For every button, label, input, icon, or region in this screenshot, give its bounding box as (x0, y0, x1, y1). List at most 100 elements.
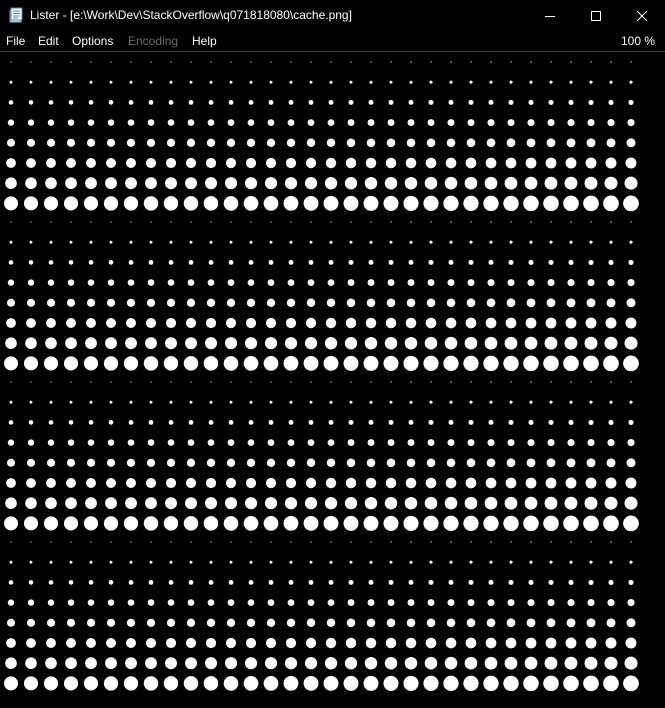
dot (284, 337, 298, 350)
dot (490, 541, 492, 543)
maximize-button[interactable] (573, 0, 619, 31)
dot (426, 618, 436, 628)
menu-help[interactable]: Help (192, 34, 217, 48)
dot (127, 599, 135, 606)
dot (4, 196, 18, 211)
dot (83, 356, 99, 371)
dot (343, 355, 359, 371)
dot (464, 336, 478, 350)
dot (267, 599, 275, 606)
menu-file[interactable]: File (6, 34, 25, 48)
dot (67, 279, 75, 286)
dot (49, 400, 53, 404)
dot (410, 221, 412, 223)
dot (506, 298, 516, 308)
dot (569, 240, 573, 244)
viewer-area[interactable] (0, 52, 665, 708)
dot (466, 298, 476, 308)
dot (444, 656, 458, 670)
dot (29, 560, 33, 564)
dot (228, 580, 234, 585)
dot (385, 477, 397, 489)
dot (283, 196, 299, 211)
dot (305, 317, 317, 329)
dot (566, 138, 576, 148)
title-bar[interactable]: Lister - [e:\Work\Dev\StackOverflow\q071… (0, 0, 665, 31)
menu-edit[interactable]: Edit (38, 34, 59, 48)
dot (523, 355, 539, 372)
dot (308, 419, 314, 425)
dot (628, 579, 634, 585)
dot (489, 240, 493, 244)
dot (206, 458, 216, 467)
dot (49, 240, 53, 244)
dot (488, 259, 494, 265)
dot (85, 497, 97, 510)
dot (188, 260, 194, 265)
dot (203, 356, 219, 371)
dot (370, 541, 372, 543)
dot (525, 157, 537, 169)
dot (125, 317, 137, 329)
dot (348, 419, 354, 425)
dot (564, 176, 578, 190)
dot (364, 496, 378, 510)
dot (326, 458, 336, 468)
dot (7, 599, 15, 606)
close-button[interactable] (619, 0, 665, 31)
dot (165, 337, 177, 350)
minimize-button[interactable] (527, 0, 573, 31)
dot (249, 240, 253, 244)
dot (630, 221, 632, 223)
dot (466, 618, 476, 628)
dot (125, 497, 137, 510)
dot (610, 61, 612, 63)
dot (626, 298, 636, 308)
dot (268, 419, 274, 425)
dot (307, 119, 315, 126)
dot (349, 560, 353, 564)
dot (326, 298, 336, 308)
dot (323, 355, 339, 371)
dot (386, 458, 396, 468)
dot (227, 119, 235, 126)
dot (205, 317, 217, 329)
dot (204, 177, 218, 190)
menu-options[interactable]: Options (72, 34, 113, 48)
dot (106, 318, 116, 328)
dot (526, 298, 536, 308)
dot (308, 99, 314, 105)
dot (227, 439, 235, 446)
dot (126, 458, 136, 467)
dot (88, 260, 94, 265)
dot (27, 279, 35, 286)
dot (583, 195, 599, 212)
dot (106, 138, 116, 147)
dot (545, 317, 557, 329)
dot (570, 541, 572, 543)
dot (288, 99, 294, 105)
notepad-document-icon[interactable] (8, 7, 24, 23)
dot (209, 560, 213, 564)
dot (225, 317, 237, 329)
dot (565, 317, 577, 329)
dot (523, 515, 539, 532)
dot (445, 157, 457, 169)
dot (246, 458, 256, 467)
dot (490, 221, 492, 223)
dot (324, 177, 338, 190)
dot (107, 119, 115, 126)
dot (109, 80, 113, 84)
dot (366, 138, 376, 148)
dot (187, 439, 195, 446)
dot (45, 337, 57, 350)
dot (506, 618, 516, 628)
dot (7, 298, 15, 307)
dot (548, 259, 554, 265)
dot (326, 138, 336, 148)
dot (46, 298, 56, 307)
dot (165, 637, 177, 649)
dot (105, 177, 117, 190)
dot (470, 541, 472, 543)
dot (425, 477, 437, 489)
